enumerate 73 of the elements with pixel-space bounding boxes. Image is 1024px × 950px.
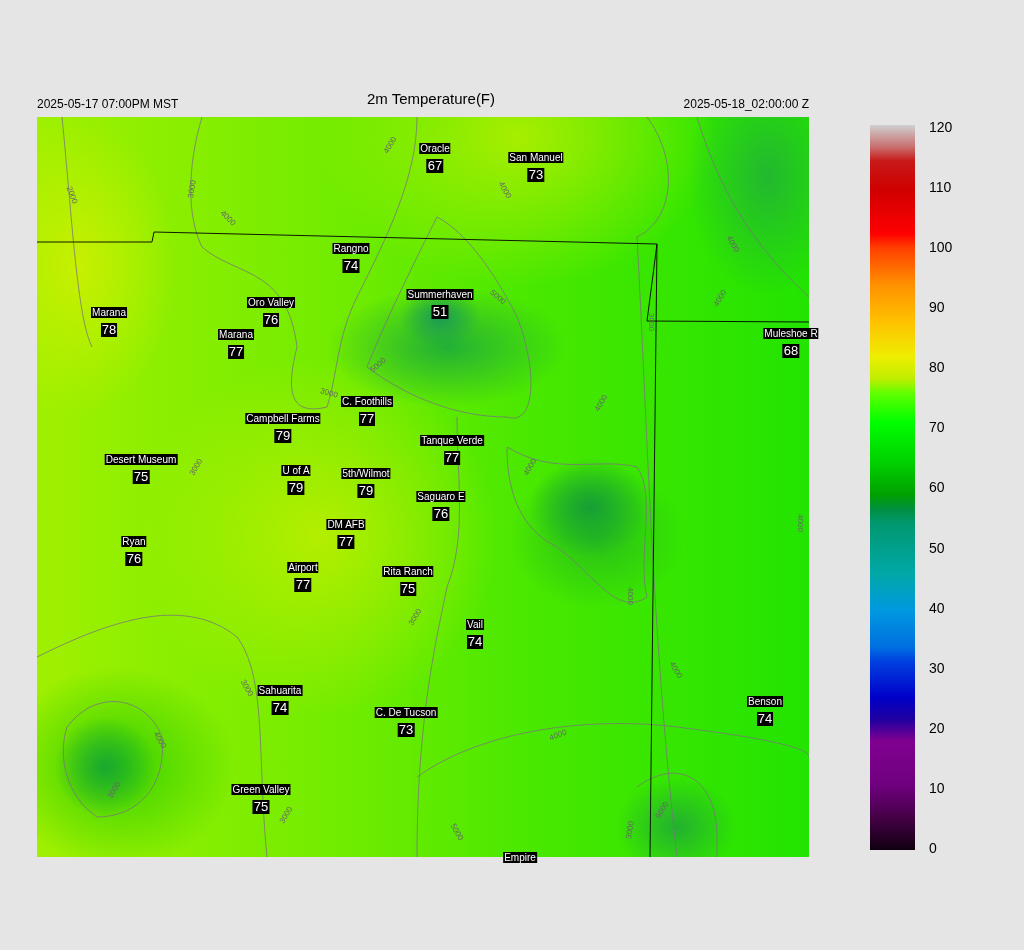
- temperature-value: 73: [527, 168, 545, 182]
- station-name: Rangno: [332, 243, 370, 254]
- temperature-value: 79: [357, 484, 375, 498]
- temperature-value: 79: [274, 429, 292, 443]
- valid-time-utc: 2025-05-18_02:00:00 Z: [683, 97, 809, 111]
- contour-label: 3000: [646, 313, 656, 331]
- colorbar-tick-label: 100: [929, 239, 953, 256]
- temperature-value: 75: [252, 800, 270, 814]
- station-name: Tanque Verde: [420, 435, 484, 446]
- temperature-value: 76: [432, 507, 450, 521]
- colorbar-tick-label: 50: [929, 539, 946, 556]
- temperature-value: 76: [125, 552, 143, 566]
- contour-label: 4000: [548, 727, 568, 743]
- contour-label: 3000: [186, 179, 198, 199]
- colorbar-tick-label: 80: [929, 359, 946, 376]
- station-name: Campbell Farms: [245, 413, 321, 424]
- station-name: San Manuel: [508, 152, 564, 163]
- station-name: Oro Valley: [247, 297, 295, 308]
- colorbar-tick-label: 70: [929, 419, 946, 436]
- temperature-value: 74: [271, 701, 289, 715]
- station-name: C. Foothills: [341, 396, 393, 407]
- temperature-value: 68: [782, 344, 800, 358]
- station-name: Muleshoe R: [763, 328, 819, 339]
- colorbar-tick-label: 0: [929, 839, 938, 856]
- colorbar-tick-label: 60: [929, 479, 946, 496]
- station-name: Green Valley: [231, 784, 291, 795]
- temperature-value: 77: [294, 578, 312, 592]
- colorbar-tick-label: 40: [929, 599, 946, 616]
- station-name: 5th/Wilmot: [341, 468, 391, 479]
- station-name: DM AFB: [326, 519, 366, 530]
- colorbar-tick-label: 20: [929, 719, 946, 736]
- temperature-value: 77: [227, 345, 245, 359]
- station-name: U of A: [281, 465, 311, 476]
- temperature-value: 78: [100, 323, 118, 337]
- temperature-value: 73: [397, 723, 415, 737]
- station-name: C. De Tucson: [374, 707, 438, 718]
- valid-time-local: 2025-05-17 07:00PM MST: [37, 97, 179, 111]
- colorbar-tick-label: 30: [929, 659, 946, 676]
- temperature-value: 74: [756, 712, 774, 726]
- station-name: Vail: [466, 619, 484, 630]
- station-name: Airport: [287, 562, 319, 573]
- station-name: Empire: [503, 852, 537, 863]
- station-name: Ryan: [121, 536, 147, 547]
- temperature-value: 79: [287, 481, 305, 495]
- station-name: Marana: [91, 307, 127, 318]
- temperature-value: 77: [443, 451, 461, 465]
- temperature-value: 74: [466, 635, 484, 649]
- colorbar-tick-label: 110: [929, 179, 953, 196]
- temperature-value: 74: [342, 259, 360, 273]
- contour-label: 2000: [64, 185, 80, 205]
- temperature-value: 51: [431, 305, 449, 319]
- temperature-value: 76: [262, 313, 280, 327]
- station-name: Saguaro E: [416, 491, 466, 502]
- chart-title: 2m Temperature(F): [366, 90, 496, 107]
- station-name: Oracle: [419, 143, 451, 154]
- colorbar-tick-label: 10: [929, 779, 946, 796]
- temperature-value: 77: [337, 535, 355, 549]
- temperature-value: 75: [399, 582, 417, 596]
- colorbar-tick-label: 90: [929, 299, 946, 316]
- temperature-value: 67: [426, 159, 444, 173]
- station-name: Benson: [747, 696, 783, 707]
- station-name: Rita Ranch: [382, 566, 434, 577]
- contour-label: 3000: [624, 820, 636, 840]
- temperature-value: 77: [358, 412, 376, 426]
- station-name: Sahuarita: [257, 685, 303, 696]
- station-name: Desert Museum: [104, 454, 178, 465]
- colorbar-tick-label: 120: [929, 119, 953, 135]
- contour-label: 4000: [625, 587, 635, 605]
- contour-label: 3000: [319, 386, 339, 400]
- station-name: Summerhaven: [406, 289, 474, 300]
- station-name: Marana: [218, 329, 254, 340]
- contour-label: 4000: [795, 514, 805, 532]
- temperature-value: 75: [132, 470, 150, 484]
